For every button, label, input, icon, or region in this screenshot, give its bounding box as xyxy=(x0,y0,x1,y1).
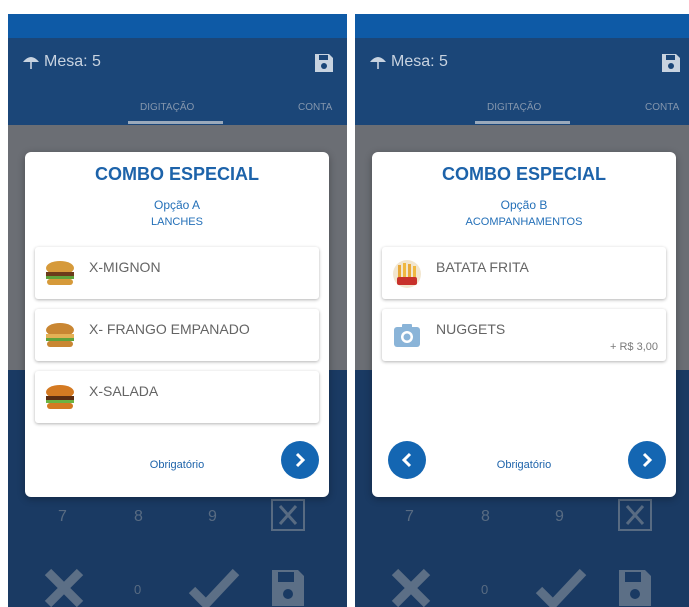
fries-icon xyxy=(393,260,421,288)
save-icon[interactable] xyxy=(660,52,682,74)
next-button[interactable] xyxy=(628,441,666,479)
save-bottom-icon[interactable] xyxy=(617,568,653,607)
table-umbrella-icon xyxy=(23,57,39,69)
dish-icon[interactable] xyxy=(270,498,306,532)
key-0[interactable]: 0 xyxy=(481,582,488,597)
app-bar: Mesa: 5 xyxy=(355,38,689,90)
burger-icon xyxy=(46,261,74,285)
category-label: ACOMPANHAMENTOS xyxy=(465,216,583,228)
category-label: LANCHES xyxy=(151,216,203,228)
confirm-icon[interactable] xyxy=(535,566,587,607)
save-bottom-icon[interactable] xyxy=(270,568,306,607)
item-name: X-MIGNON xyxy=(89,259,161,275)
option-label: Opção B xyxy=(500,198,548,212)
combo-modal: COMBO ESPECIAL Opção B ACOMPANHAMENTOS B… xyxy=(372,152,676,497)
cancel-icon[interactable] xyxy=(389,566,433,607)
phone-screen-left: Mesa: 5 DIGITAÇÃO CONTA 7 8 9 0 COMBO ES… xyxy=(8,14,347,607)
chevron-right-icon xyxy=(642,452,653,468)
table-title-text: Mesa: 5 xyxy=(44,53,101,70)
save-icon[interactable] xyxy=(313,52,335,74)
app-bar: Mesa: 5 xyxy=(8,38,347,90)
next-button[interactable] xyxy=(281,441,319,479)
tab-digitacao[interactable]: DIGITAÇÃO xyxy=(487,102,541,113)
burger-icon xyxy=(46,323,74,347)
cancel-icon[interactable] xyxy=(42,566,86,607)
phone-screen-right: Mesa: 5 DIGITAÇÃO CONTA 7 8 9 0 COMBO ES… xyxy=(355,14,689,607)
key-8[interactable]: 8 xyxy=(134,508,143,526)
list-item[interactable]: NUGGETS + R$ 3,00 xyxy=(382,309,666,361)
key-0[interactable]: 0 xyxy=(134,582,141,597)
table-title: Mesa: 5 xyxy=(22,53,101,71)
key-9[interactable]: 9 xyxy=(555,508,564,526)
key-8[interactable]: 8 xyxy=(481,508,490,526)
item-name: X- FRANGO EMPANADO xyxy=(89,321,250,337)
status-bar xyxy=(355,14,689,38)
key-9[interactable]: 9 xyxy=(208,508,217,526)
item-price: + R$ 3,00 xyxy=(609,341,658,353)
item-name: NUGGETS xyxy=(436,321,506,337)
modal-title: COMBO ESPECIAL xyxy=(441,164,606,184)
chevron-right-icon xyxy=(295,452,306,468)
list-item[interactable]: X-SALADA xyxy=(35,371,319,423)
camera-placeholder-icon xyxy=(394,324,420,347)
modal-title: COMBO ESPECIAL xyxy=(94,164,259,184)
key-7[interactable]: 7 xyxy=(405,508,414,526)
previous-button[interactable] xyxy=(388,441,426,479)
combo-modal: COMBO ESPECIAL Opção A LANCHES X-MIGNON … xyxy=(25,152,329,497)
confirm-icon[interactable] xyxy=(188,566,240,607)
table-umbrella-icon xyxy=(370,57,386,69)
item-name: X-SALADA xyxy=(89,383,159,399)
chevron-left-icon xyxy=(401,452,412,468)
tab-conta[interactable]: CONTA xyxy=(645,102,679,113)
list-item[interactable]: X-MIGNON xyxy=(35,247,319,299)
table-title: Mesa: 5 xyxy=(369,53,448,71)
list-item[interactable]: BATATA FRITA xyxy=(382,247,666,299)
list-item[interactable]: X- FRANGO EMPANADO xyxy=(35,309,319,361)
tab-conta[interactable]: CONTA xyxy=(298,102,332,113)
table-title-text: Mesa: 5 xyxy=(391,53,448,70)
tab-indicator xyxy=(475,121,570,124)
tab-digitacao[interactable]: DIGITAÇÃO xyxy=(140,102,194,113)
tab-bar: DIGITAÇÃO CONTA xyxy=(355,90,689,125)
burger-icon xyxy=(46,385,74,409)
dish-icon[interactable] xyxy=(617,498,653,532)
item-name: BATATA FRITA xyxy=(436,259,529,275)
option-label: Opção A xyxy=(153,198,201,212)
key-7[interactable]: 7 xyxy=(58,508,67,526)
status-bar xyxy=(8,14,347,38)
tab-bar: DIGITAÇÃO CONTA xyxy=(8,90,347,125)
tab-indicator xyxy=(128,121,223,124)
